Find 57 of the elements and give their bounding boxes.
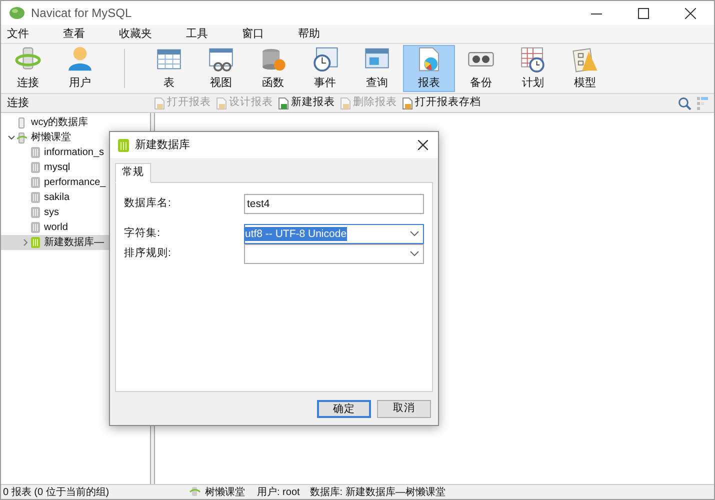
dialog-button[interactable]: 确定	[317, 400, 371, 418]
dialog-tab[interactable]: 常规	[115, 163, 151, 183]
database-icon	[31, 207, 40, 218]
database-icon	[118, 138, 129, 152]
toolbar-button[interactable]: 视图	[195, 45, 247, 92]
close-icon[interactable]	[418, 140, 428, 150]
status-text: 0 报表 (0 位于当前的组)	[2, 486, 110, 500]
dialog-button[interactable]: 取消	[377, 400, 431, 418]
database-icon	[31, 237, 40, 248]
search-icon[interactable]	[678, 96, 691, 110]
dropdown-field[interactable]: utf8 -- UTF-8 Unicode	[244, 224, 424, 244]
database-icon	[31, 222, 40, 233]
report-file-icon	[278, 96, 289, 110]
field-label: 数据库名:	[124, 196, 172, 212]
status-user: 用户: root	[257, 486, 300, 500]
toolbar-button[interactable]: 备份	[455, 45, 507, 92]
toolbar-button[interactable]: 报表	[403, 45, 455, 92]
maximize-icon[interactable]	[638, 8, 649, 18]
menu-item[interactable]: 帮助	[292, 26, 326, 42]
database-icon	[31, 177, 40, 188]
menu-item[interactable]: 收藏夹	[113, 26, 158, 42]
toolbar-button[interactable]: 计划	[507, 45, 559, 92]
app-logo-icon	[9, 6, 25, 20]
dropdown-field[interactable]	[244, 244, 424, 264]
database-icon	[31, 162, 40, 173]
chevron-down-icon	[410, 231, 419, 237]
close-icon[interactable]	[685, 8, 696, 18]
report-file-icon	[402, 96, 413, 110]
toolbar-button[interactable]: 表	[143, 45, 195, 92]
report-file-icon	[340, 96, 351, 110]
toolbar-button[interactable]: 用户	[54, 45, 106, 92]
toolbar-link[interactable]: 新建报表	[278, 95, 335, 111]
report-file-icon	[154, 96, 165, 110]
menu-item[interactable]: 查看	[57, 26, 91, 42]
dialog-title: 新建数据库	[135, 138, 190, 153]
menu-item[interactable]: 文件	[1, 26, 35, 42]
chevron-down-icon	[410, 251, 419, 257]
database-icon	[31, 192, 40, 203]
menu-item[interactable]: 窗口	[236, 26, 270, 42]
window-title: Navicat for MySQL	[31, 5, 132, 22]
report-file-icon	[216, 96, 227, 110]
toolbar-button[interactable]: 事件	[299, 45, 351, 92]
toolbar-button[interactable]: 连接	[2, 45, 54, 92]
toolbar-button[interactable]: 模型	[559, 45, 611, 92]
toolbar-button[interactable]: 函数	[247, 45, 299, 92]
status-connection: 树懒课堂	[205, 486, 245, 500]
model-diagram-icon	[570, 46, 600, 72]
toolbar-button[interactable]: 查询	[351, 45, 403, 92]
connection-icon	[17, 132, 27, 144]
database-icon	[31, 147, 40, 158]
tree-item[interactable]: wcy的数据库	[1, 115, 150, 130]
panel-title: 连接	[6, 96, 30, 111]
toolbar-link[interactable]: 打开报表存档	[402, 95, 481, 111]
connection-icon	[17, 116, 27, 128]
status-database: 数据库: 新建数据库—树懒课堂	[310, 486, 446, 500]
input-field[interactable]: test4	[244, 194, 424, 214]
menu-item[interactable]: 工具	[180, 26, 214, 42]
